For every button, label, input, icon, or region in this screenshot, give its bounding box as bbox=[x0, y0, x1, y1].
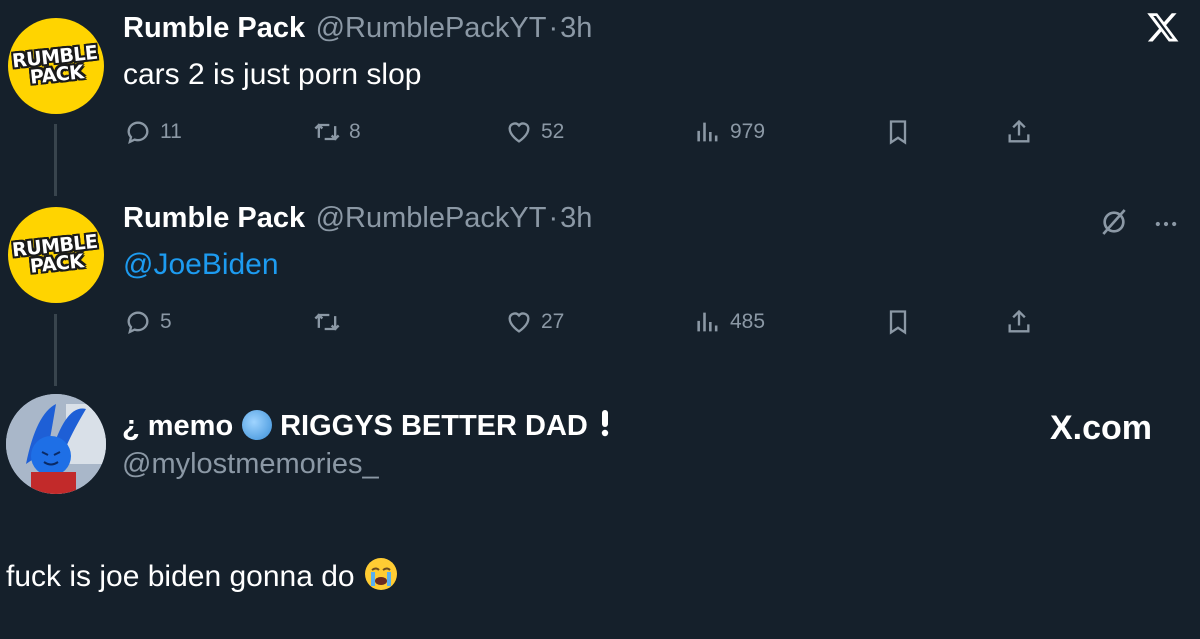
timestamp[interactable]: 3h bbox=[560, 202, 592, 234]
display-name-suffix[interactable]: RIGGYS BETTER DAD bbox=[280, 410, 588, 442]
views-button[interactable]: 485 bbox=[694, 308, 765, 336]
views-count: 979 bbox=[730, 120, 766, 143]
thread-line bbox=[54, 124, 57, 196]
share-button[interactable] bbox=[1005, 308, 1033, 336]
timestamp[interactable]: 3h bbox=[560, 12, 592, 44]
more-icon[interactable] bbox=[1152, 210, 1180, 243]
display-name[interactable]: ¿ memo bbox=[122, 410, 233, 442]
display-name[interactable]: Rumble Pack bbox=[123, 202, 305, 234]
reply-count: 5 bbox=[160, 310, 172, 333]
retweet-count: 8 bbox=[349, 120, 361, 143]
like-icon bbox=[508, 122, 530, 143]
like-icon bbox=[508, 312, 530, 333]
reply-icon bbox=[127, 311, 149, 335]
avatar-memo[interactable] bbox=[6, 394, 106, 494]
loudly-crying-emoji bbox=[363, 556, 399, 600]
reply-icon bbox=[127, 121, 149, 145]
quote-author-line: ¿ memo RIGGYS BETTER DAD bbox=[122, 409, 612, 443]
avatar-rumble-pack[interactable]: RUMBLE PACK bbox=[8, 18, 104, 114]
share-button[interactable] bbox=[1005, 118, 1033, 146]
bookmark-button[interactable] bbox=[884, 118, 912, 146]
avatar-rumble-pack[interactable]: RUMBLE PACK bbox=[8, 207, 104, 303]
bookmark-icon bbox=[889, 120, 907, 145]
like-count: 52 bbox=[541, 120, 565, 143]
views-button[interactable]: 979 bbox=[694, 118, 765, 146]
mention-link[interactable]: @JoeBiden bbox=[123, 248, 279, 282]
exclamation-icon bbox=[598, 409, 612, 442]
views-icon bbox=[697, 122, 718, 142]
avatar-logo: RUMBLE PACK bbox=[11, 230, 99, 278]
retweet-button[interactable]: 8 bbox=[313, 118, 361, 146]
separator: · bbox=[548, 12, 559, 44]
quote-text-line: fuck is joe biden gonna do bbox=[6, 556, 399, 600]
bookmark-button[interactable] bbox=[884, 308, 912, 336]
share-icon bbox=[1008, 309, 1030, 333]
xcom-brand: X.com bbox=[1050, 409, 1153, 447]
reply-count: 11 bbox=[160, 120, 182, 143]
thread-line bbox=[54, 314, 57, 386]
grok-icon[interactable] bbox=[1098, 206, 1130, 243]
x-logo-icon[interactable] bbox=[1146, 10, 1180, 53]
tweet-header: Rumble Pack @RumblePackYT·3h bbox=[123, 202, 592, 235]
like-button[interactable]: 52 bbox=[505, 118, 564, 146]
tweet-text: cars 2 is just porn slop bbox=[123, 58, 422, 91]
retweet-icon bbox=[314, 313, 340, 331]
views-count: 485 bbox=[730, 310, 766, 333]
display-name[interactable]: Rumble Pack bbox=[123, 12, 305, 44]
bookmark-icon bbox=[889, 310, 907, 335]
avatar-logo: RUMBLE PACK bbox=[11, 41, 99, 89]
user-handle[interactable]: @RumblePackYT bbox=[316, 12, 547, 44]
share-icon bbox=[1008, 119, 1030, 143]
quote-text: fuck is joe biden gonna do bbox=[6, 560, 355, 593]
globe-icon bbox=[241, 410, 272, 440]
reply-button[interactable]: 5 bbox=[124, 308, 172, 336]
tweet-header: Rumble Pack @RumblePackYT·3h bbox=[123, 12, 592, 45]
retweet-icon bbox=[314, 123, 340, 141]
like-button[interactable]: 27 bbox=[505, 308, 564, 336]
retweet-button[interactable] bbox=[313, 308, 349, 336]
user-handle[interactable]: @RumblePackYT bbox=[316, 202, 547, 234]
reply-button[interactable]: 11 bbox=[124, 118, 182, 146]
rabbit-avatar-illustration bbox=[6, 394, 106, 494]
separator: · bbox=[548, 202, 559, 234]
views-icon bbox=[697, 312, 718, 332]
like-count: 27 bbox=[541, 310, 565, 333]
user-handle[interactable]: @mylostmemories_ bbox=[122, 448, 379, 481]
